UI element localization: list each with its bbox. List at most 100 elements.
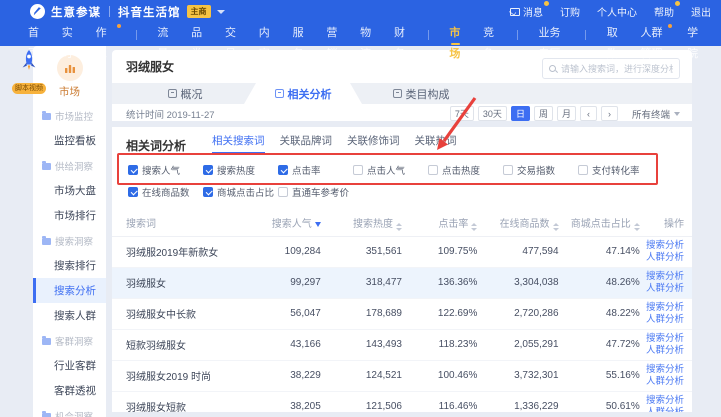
metric-filter-2-0[interactable]: 在线商品数 (128, 185, 203, 199)
nav-item-12[interactable]: 竞争 (483, 23, 496, 46)
checkbox-unchecked[interactable] (503, 165, 513, 175)
nav-item-10[interactable]: 财务 (394, 23, 407, 46)
nav-item-5[interactable]: 交易 (225, 23, 238, 46)
related-word-tab-2[interactable]: 关联修饰词 (347, 133, 400, 154)
metric-filter-1-1[interactable]: 搜索热度 (203, 163, 278, 177)
column-header-5[interactable]: 商城点击占比 (559, 209, 640, 236)
metric-filter-2-1[interactable]: 商城点击占比 (203, 185, 278, 199)
nav-item-11[interactable]: 市场 (449, 23, 462, 46)
metric-filter-1-4[interactable]: 点击热度 (428, 163, 503, 177)
search-analysis-link[interactable]: 搜索分析 (640, 395, 684, 407)
audience-analysis-link[interactable]: 人群分析 (640, 376, 684, 388)
table-row-1[interactable]: 羽绒服女99,297318,477136.36%3,304,03848.26%搜… (112, 267, 692, 298)
checkbox-checked[interactable] (128, 165, 138, 175)
sort-desc-icon[interactable] (315, 222, 321, 227)
audience-analysis-link[interactable]: 人群分析 (640, 407, 684, 413)
next-button[interactable]: › (601, 106, 618, 121)
nav-item-14[interactable]: 取数 (607, 23, 620, 46)
metric-filter-1-0[interactable]: 搜索人气 (128, 163, 203, 177)
column-header-1[interactable]: 搜索人气 (245, 209, 320, 236)
user-menu-item-3[interactable]: 帮助 (654, 4, 674, 19)
granularity-button-2[interactable]: 月 (557, 106, 576, 121)
audience-analysis-link[interactable]: 人群分析 (640, 283, 684, 295)
column-header-4[interactable]: 在线商品数 (477, 209, 558, 236)
checkbox-checked[interactable] (203, 165, 213, 175)
search-analysis-link[interactable]: 搜索分析 (640, 302, 684, 314)
assistant-widget[interactable]: 脚本视频 (5, 49, 53, 95)
search-analysis-link[interactable]: 搜索分析 (640, 364, 684, 376)
nav-item-4[interactable]: 品类 (191, 23, 204, 46)
sort-icon[interactable] (471, 223, 477, 231)
table-row-0[interactable]: 羽绒服2019年新款女109,284351,561109.75%477,5944… (112, 236, 692, 267)
chevron-down-icon[interactable] (217, 10, 225, 14)
metric-filter-2-2[interactable]: 直通车参考价 (278, 185, 353, 199)
checkbox-unchecked[interactable] (428, 165, 438, 175)
nav-item-16[interactable]: 学院 (687, 23, 700, 46)
assistant-widget-badge[interactable]: 脚本视频 (12, 83, 46, 94)
granularity-button-1[interactable]: 周 (534, 106, 553, 121)
quick-range-button-0[interactable]: 7天 (450, 106, 474, 121)
nav-item-7[interactable]: 服务 (293, 23, 306, 46)
quick-range-button-1[interactable]: 30天 (478, 106, 507, 121)
metric-filter-1-6[interactable]: 支付转化率 (578, 163, 653, 177)
table-row-2[interactable]: 羽绒服女中长款56,047178,689122.69%2,720,28648.2… (112, 298, 692, 329)
search-analysis-link[interactable]: 搜索分析 (640, 240, 684, 252)
sidebar-item-2-2[interactable]: 搜索人群 (33, 303, 106, 328)
checkbox-checked[interactable] (203, 187, 213, 197)
related-word-tab-0[interactable]: 相关搜索词 (212, 133, 265, 154)
table-row-3[interactable]: 短款羽绒服女43,166143,493118.23%2,055,29147.72… (112, 329, 692, 360)
nav-item-6[interactable]: 内容 (259, 23, 272, 46)
nav-item-1[interactable]: 实时 (62, 23, 75, 46)
granularity-button-0[interactable]: 日 (511, 106, 530, 121)
nav-item-label: 作战室 (96, 27, 107, 81)
checkbox-unchecked[interactable] (278, 187, 288, 197)
nav-item-8[interactable]: 营销 (326, 23, 339, 46)
tab-1[interactable]: 相关分析 (244, 83, 362, 104)
table-row-4[interactable]: 羽绒服女2019 时尚38,229124,521100.46%3,732,301… (112, 360, 692, 391)
search-analysis-link[interactable]: 搜索分析 (640, 271, 684, 283)
terminal-filter-dropdown[interactable]: 所有终端 (632, 107, 680, 121)
column-header-3[interactable]: 点击率 (402, 209, 477, 236)
metric-filter-1-3[interactable]: 点击人气 (353, 163, 428, 177)
audience-analysis-link[interactable]: 人群分析 (640, 345, 684, 357)
related-word-tab-1[interactable]: 关联品牌词 (280, 133, 333, 154)
metric-filter-1-2[interactable]: 点击率 (278, 163, 353, 177)
search-input[interactable] (561, 64, 673, 74)
user-menu-item-1[interactable]: 订购 (560, 4, 580, 19)
tab-0[interactable]: 概况 (126, 83, 244, 104)
sidebar-item-3-1[interactable]: 客群透视 (33, 378, 106, 403)
user-menu-item-4[interactable]: 退出 (691, 4, 711, 19)
tab-2[interactable]: 类目构成 (362, 83, 480, 104)
nav-item-0[interactable]: 首页 (28, 23, 41, 46)
nav-item-3[interactable]: 流量 (157, 23, 170, 46)
nav-item-2[interactable]: 作战室 (96, 23, 115, 46)
checkbox-unchecked[interactable] (578, 165, 588, 175)
metric-filter-label: 直通车参考价 (292, 185, 349, 199)
related-word-tab-3[interactable]: 关联热词 (415, 133, 457, 154)
audience-analysis-link[interactable]: 人群分析 (640, 314, 684, 326)
nav-item-15[interactable]: 人群管理 (640, 23, 666, 46)
nav-item-13[interactable]: 业务专区 (539, 23, 565, 46)
sidebar-item-2-1[interactable]: 搜索分析 (33, 278, 106, 303)
sort-icon[interactable] (634, 223, 640, 231)
sort-icon[interactable] (553, 223, 559, 231)
sidebar-item-0-0[interactable]: 监控看板 (33, 128, 106, 153)
checkbox-unchecked[interactable] (353, 165, 363, 175)
table-row-5[interactable]: 羽绒服女短款38,205121,506116.46%1,336,22950.61… (112, 391, 692, 412)
sort-icon[interactable] (396, 223, 402, 231)
sidebar-item-1-1[interactable]: 市场排行 (33, 203, 106, 228)
user-menu-item-0[interactable]: 消息 (510, 4, 543, 19)
search-analysis-link[interactable]: 搜索分析 (640, 333, 684, 345)
nav-item-9[interactable]: 物流 (360, 23, 373, 46)
sidebar-item-3-0[interactable]: 行业客群 (33, 353, 106, 378)
audience-analysis-link[interactable]: 人群分析 (640, 252, 684, 264)
rocket-icon (19, 59, 39, 76)
sidebar-item-2-0[interactable]: 搜索排行 (33, 253, 106, 278)
user-menu-item-2[interactable]: 个人中心 (597, 4, 637, 19)
prev-button[interactable]: ‹ (580, 106, 597, 121)
metric-filter-1-5[interactable]: 交易指数 (503, 163, 578, 177)
checkbox-checked[interactable] (278, 165, 288, 175)
column-header-2[interactable]: 搜索热度 (321, 209, 402, 236)
sidebar-item-1-0[interactable]: 市场大盘 (33, 178, 106, 203)
checkbox-checked[interactable] (128, 187, 138, 197)
